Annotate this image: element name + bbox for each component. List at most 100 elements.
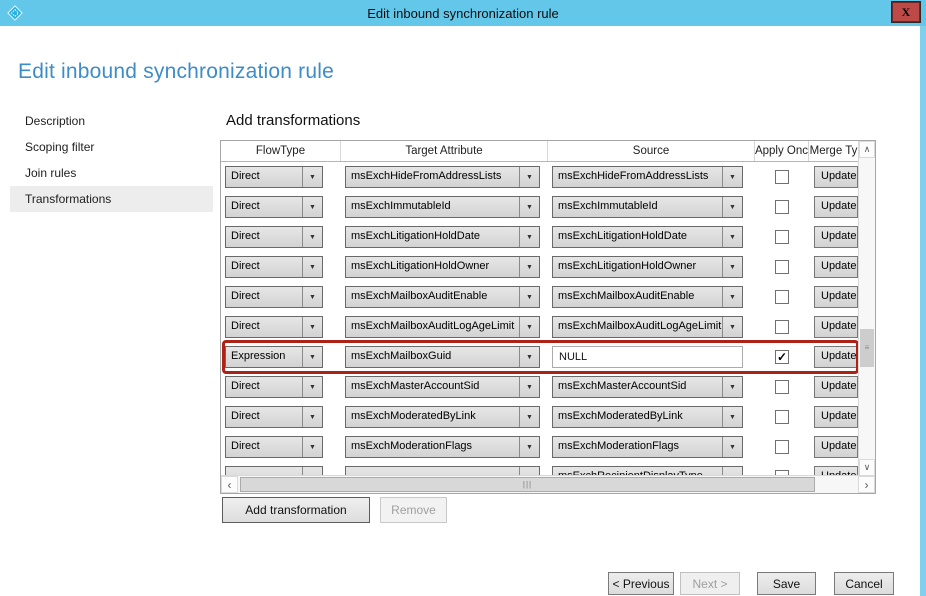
flowtype-dropdown[interactable]: Direct▼ [225, 256, 323, 278]
horizontal-scrollbar[interactable]: ‹ ||| › [221, 475, 875, 493]
scroll-right-icon[interactable]: › [858, 476, 875, 493]
table-row: Direct▼ msExchMasterAccountSid▼ msExchMast… [221, 372, 858, 402]
close-button[interactable]: X [892, 2, 920, 22]
merge-type-dropdown[interactable]: Update [814, 376, 858, 398]
cancel-button[interactable]: Cancel [834, 572, 894, 595]
window-right-border [920, 26, 926, 596]
source-dropdown[interactable]: msExchHideFromAddressLists▼ [552, 166, 743, 188]
flowtype-dropdown[interactable]: Direct▼ [225, 226, 323, 248]
flowtype-dropdown[interactable]: Direct▼ [225, 436, 323, 458]
source-dropdown[interactable]: msExchLitigationHoldOwner▼ [552, 256, 743, 278]
source-dropdown-value: msExchLitigationHoldDate [553, 227, 722, 247]
source-dropdown-value: msExchImmutableId [553, 197, 722, 217]
merge-type-dropdown[interactable]: Update [814, 286, 858, 308]
flowtype-dropdown[interactable]: Direct▼ [225, 286, 323, 308]
chevron-down-icon: ▼ [519, 347, 539, 367]
flowtype-dropdown[interactable]: Direct▼ [225, 196, 323, 218]
flowtype-dropdown[interactable]: Direct▼ [225, 376, 323, 398]
target-attribute-dropdown[interactable]: msExchMailboxAuditLogAgeLimit▼ [345, 316, 540, 338]
apply-once-checkbox[interactable]: ✓ [775, 350, 789, 364]
chevron-down-icon: ▼ [302, 197, 322, 217]
source-dropdown[interactable]: msExchMasterAccountSid▼ [552, 376, 743, 398]
target-attribute-dropdown[interactable]: msExchMailboxGuid▼ [345, 346, 540, 368]
source-dropdown[interactable]: msExchImmutableId▼ [552, 196, 743, 218]
apply-once-checkbox[interactable] [775, 290, 789, 304]
source-dropdown[interactable]: msExchLitigationHoldDate▼ [552, 226, 743, 248]
sidebar-item-join-rules[interactable]: Join rules [10, 160, 213, 186]
column-header-target-attribute: Target Attribute [341, 141, 548, 161]
target-attribute-dropdown[interactable]: msExchHideFromAddressLists▼ [345, 166, 540, 188]
merge-type-dropdown[interactable]: Update [814, 316, 858, 338]
column-header-source: Source [548, 141, 755, 161]
chevron-down-icon: ▼ [302, 377, 322, 397]
flowtype-dropdown-value: Direct [226, 407, 302, 427]
flowtype-dropdown-value: Direct [226, 437, 302, 457]
next-button[interactable]: Next > [680, 572, 740, 595]
merge-type-dropdown[interactable]: Update [814, 166, 858, 188]
merge-type-dropdown[interactable]: Update [814, 196, 858, 218]
apply-once-checkbox[interactable] [775, 230, 789, 244]
table-rows: Direct▼msExchHideFromAddressLists▼msExch… [221, 162, 858, 476]
apply-once-checkbox[interactable] [775, 380, 789, 394]
flowtype-dropdown[interactable]: Direct▼ [225, 316, 323, 338]
merge-type-dropdown[interactable]: Update [814, 226, 858, 248]
chevron-down-icon: ▼ [722, 167, 742, 187]
source-dropdown[interactable]: msExchMailboxAuditEnable▼ [552, 286, 743, 308]
target-attribute-dropdown[interactable]: msExchMailboxAuditEnable▼ [345, 286, 540, 308]
source-dropdown-value: msExchMailboxAuditEnable [553, 287, 722, 307]
source-expression-input[interactable]: NULL [552, 346, 743, 368]
flowtype-dropdown-value: Expression [226, 347, 302, 367]
flowtype-dropdown[interactable]: Direct▼ [225, 166, 323, 188]
sidebar-item-description[interactable]: Description [10, 108, 213, 134]
apply-once-checkbox[interactable] [775, 170, 789, 184]
vertical-scrollbar-thumb[interactable]: ≡ [860, 329, 874, 367]
target-attribute-dropdown-value: msExchHideFromAddressLists [346, 167, 519, 187]
target-attribute-dropdown-value: msExchImmutableId [346, 197, 519, 217]
save-button[interactable]: Save [757, 572, 816, 595]
apply-once-checkbox[interactable] [775, 440, 789, 454]
horizontal-scrollbar-thumb[interactable]: ||| [240, 477, 815, 492]
chevron-down-icon: ▼ [302, 317, 322, 337]
target-attribute-dropdown[interactable]: msExchImmutableId▼ [345, 196, 540, 218]
flowtype-dropdown[interactable]: Expression▼ [225, 346, 323, 368]
target-attribute-dropdown-value: msExchMailboxAuditLogAgeLimit [346, 317, 519, 337]
apply-once-checkbox[interactable] [775, 410, 789, 424]
target-attribute-dropdown[interactable]: msExchLitigationHoldDate▼ [345, 226, 540, 248]
flowtype-dropdown[interactable]: Direct▼ [225, 406, 323, 428]
chevron-down-icon: ▼ [519, 317, 539, 337]
merge-type-dropdown[interactable]: Update [814, 256, 858, 278]
apply-once-checkbox[interactable] [775, 260, 789, 274]
target-attribute-dropdown[interactable]: msExchModerationFlags▼ [345, 436, 540, 458]
titlebar: Edit inbound synchronization rule X [0, 0, 926, 26]
target-attribute-dropdown[interactable]: msExchLitigationHoldOwner▼ [345, 256, 540, 278]
chevron-down-icon: ▼ [302, 287, 322, 307]
scroll-up-icon[interactable]: ∧ [859, 141, 875, 158]
chevron-down-icon: ▼ [722, 407, 742, 427]
source-dropdown[interactable]: msExchModeratedByLink▼ [552, 406, 743, 428]
source-dropdown[interactable]: msExchMailboxAuditLogAgeLimit▼ [552, 316, 743, 338]
diamond-sync-icon [7, 5, 23, 21]
chevron-down-icon: ▼ [722, 227, 742, 247]
target-attribute-dropdown[interactable]: msExchModeratedByLink▼ [345, 406, 540, 428]
remove-button[interactable]: Remove [380, 497, 447, 523]
sidebar-item-scoping-filter[interactable]: Scoping filter [10, 134, 213, 160]
source-dropdown-value: msExchLitigationHoldOwner [553, 257, 722, 277]
apply-once-checkbox[interactable] [775, 320, 789, 334]
source-dropdown[interactable]: msExchModerationFlags▼ [552, 436, 743, 458]
window-title: Edit inbound synchronization rule [0, 6, 926, 21]
sidebar-item-transformations[interactable]: Transformations [10, 186, 213, 212]
scroll-left-icon[interactable]: ‹ [221, 476, 238, 493]
merge-type-dropdown[interactable]: Update [814, 346, 858, 368]
scroll-down-icon[interactable]: ∨ [859, 459, 875, 476]
merge-type-dropdown[interactable]: Update [814, 436, 858, 458]
source-dropdown-value: msExchModeratedByLink [553, 407, 722, 427]
target-attribute-dropdown[interactable]: msExchMasterAccountSid▼ [345, 376, 540, 398]
flowtype-dropdown-value: Direct [226, 197, 302, 217]
apply-once-checkbox[interactable] [775, 200, 789, 214]
add-transformation-button[interactable]: Add transformation [222, 497, 370, 523]
vertical-scrollbar[interactable]: ∧ ≡ ∨ [858, 141, 875, 476]
merge-type-dropdown[interactable]: Update [814, 406, 858, 428]
previous-button[interactable]: < Previous [608, 572, 674, 595]
chevron-down-icon: ▼ [722, 377, 742, 397]
chevron-down-icon: ▼ [302, 227, 322, 247]
